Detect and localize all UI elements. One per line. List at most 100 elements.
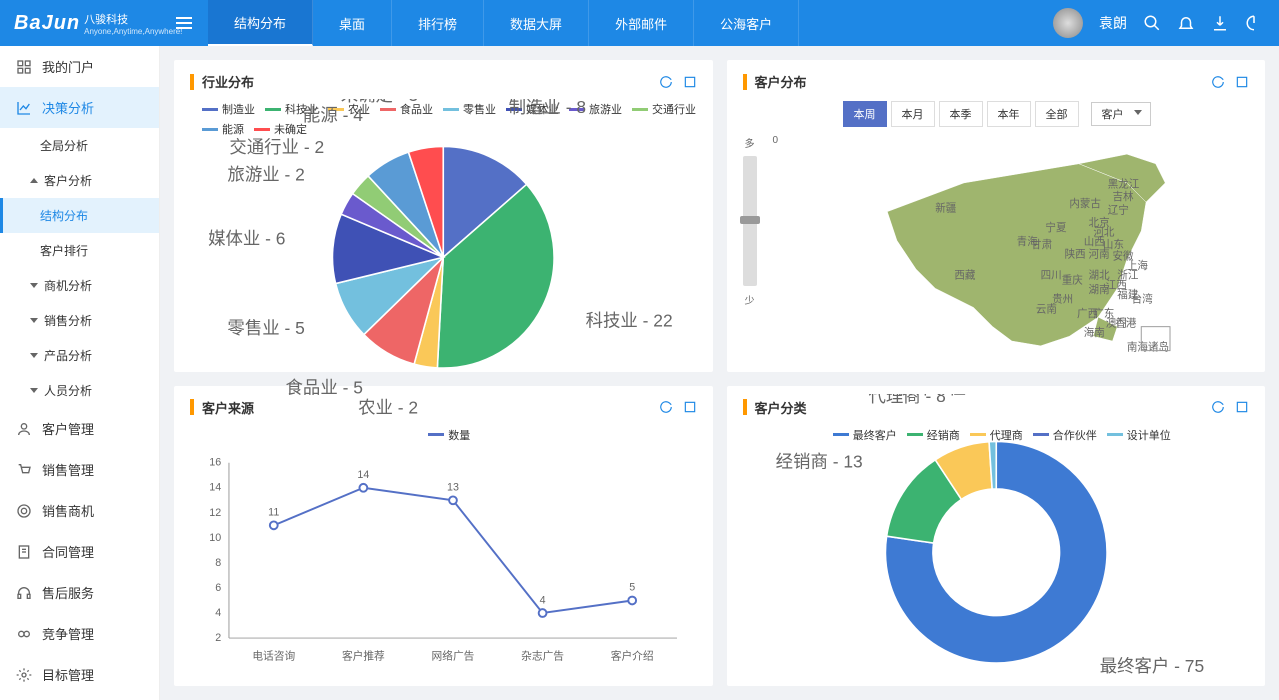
tab-bigscreen[interactable]: 数据大屏 bbox=[484, 0, 589, 46]
svg-text:能源 - 4: 能源 - 4 bbox=[303, 105, 363, 125]
svg-text:设计单位 - 1: 设计单位 - 1 bbox=[896, 394, 991, 398]
svg-text:11: 11 bbox=[268, 506, 279, 518]
headset-icon bbox=[16, 585, 32, 601]
filter-week[interactable]: 本周 bbox=[843, 101, 887, 127]
svg-text:4: 4 bbox=[215, 607, 221, 619]
tab-public-customer[interactable]: 公海客户 bbox=[694, 0, 799, 46]
nav-personnel[interactable]: 人员分析 bbox=[0, 373, 159, 408]
svg-text:科技业 - 22: 科技业 - 22 bbox=[586, 310, 673, 330]
svg-text:2: 2 bbox=[215, 632, 221, 644]
svg-text:香港: 香港 bbox=[1115, 318, 1137, 330]
nav-competition[interactable]: 竞争管理 bbox=[0, 613, 159, 654]
download-icon[interactable] bbox=[1211, 14, 1229, 32]
tab-structure[interactable]: 结构分布 bbox=[208, 0, 313, 46]
nav-contract[interactable]: 合同管理 bbox=[0, 531, 159, 572]
svg-text:14: 14 bbox=[209, 481, 221, 493]
maximize-icon[interactable] bbox=[1235, 75, 1249, 89]
maximize-icon[interactable] bbox=[683, 75, 697, 89]
avatar[interactable] bbox=[1053, 8, 1083, 38]
svg-text:8: 8 bbox=[215, 557, 221, 569]
svg-text:客户推荐: 客户推荐 bbox=[342, 649, 385, 662]
logout-icon[interactable] bbox=[1245, 14, 1263, 32]
nav-label: 人员分析 bbox=[44, 382, 92, 399]
card-industry: 行业分布 制造业科技业农业食品业零售业媒体业旅游业交通行业能源未确定 制造业 -… bbox=[174, 60, 713, 372]
nav-sales-mgmt[interactable]: 销售管理 bbox=[0, 449, 159, 490]
card-accent bbox=[743, 74, 747, 90]
svg-text:南海诸岛: 南海诸岛 bbox=[1127, 341, 1169, 354]
main-content: 行业分布 制造业科技业农业食品业零售业媒体业旅游业交通行业能源未确定 制造业 -… bbox=[160, 46, 1279, 700]
svg-text:媒体业 - 6: 媒体业 - 6 bbox=[208, 228, 285, 248]
header-actions: 袁朗 bbox=[1037, 8, 1279, 38]
svg-text:客户介绍: 客户介绍 bbox=[611, 649, 654, 662]
svg-text:西藏: 西藏 bbox=[954, 270, 976, 282]
svg-text:四川: 四川 bbox=[1041, 270, 1062, 282]
scale-high: 多 bbox=[745, 135, 755, 150]
nav-label: 产品分析 bbox=[44, 347, 92, 364]
nav-customer-mgmt[interactable]: 客户管理 bbox=[0, 408, 159, 449]
svg-text:12: 12 bbox=[209, 506, 221, 518]
svg-text:16: 16 bbox=[209, 456, 221, 468]
svg-text:制造业 - 8: 制造业 - 8 bbox=[509, 99, 586, 117]
svg-text:10: 10 bbox=[209, 532, 221, 544]
search-icon[interactable] bbox=[1143, 14, 1161, 32]
nav-label: 客户分析 bbox=[44, 172, 92, 189]
region-select[interactable]: 客户 bbox=[1091, 102, 1151, 126]
nav-opportunity[interactable]: 商机分析 bbox=[0, 268, 159, 303]
svg-text:内蒙古: 内蒙古 bbox=[1069, 197, 1101, 210]
nav-customer-rank[interactable]: 客户排行 bbox=[0, 233, 159, 268]
nav-structure[interactable]: 结构分布 bbox=[0, 198, 159, 233]
refresh-icon[interactable] bbox=[659, 75, 673, 89]
filter-year[interactable]: 本年 bbox=[987, 101, 1031, 127]
tab-desktop[interactable]: 桌面 bbox=[313, 0, 392, 46]
source-legend: 数量 bbox=[190, 427, 697, 443]
nav-label: 客户管理 bbox=[42, 419, 94, 438]
svg-text:网络广告: 网络广告 bbox=[432, 649, 475, 662]
nav-label: 商机分析 bbox=[44, 277, 92, 294]
svg-text:辽宁: 辽宁 bbox=[1108, 204, 1129, 217]
filter-month[interactable]: 本月 bbox=[891, 101, 935, 127]
svg-text:食品业 - 5: 食品业 - 5 bbox=[286, 377, 363, 397]
svg-text:最终客户 - 75: 最终客户 - 75 bbox=[1099, 656, 1203, 676]
refresh-icon[interactable] bbox=[1211, 75, 1225, 89]
svg-text:4: 4 bbox=[540, 594, 546, 606]
svg-text:吉林: 吉林 bbox=[1113, 190, 1135, 203]
card-title: 行业分布 bbox=[202, 72, 659, 91]
scale-slider[interactable] bbox=[743, 156, 757, 286]
category-donut: 最终客户 - 75经销商 - 13代理商 - 8设计单位 - 1 bbox=[743, 453, 1250, 653]
nav-label: 销售分析 bbox=[44, 312, 92, 329]
card-title: 客户分布 bbox=[755, 72, 1212, 91]
logo-tagline: Anyone,Anytime,Anywhere! bbox=[84, 27, 182, 36]
chart-icon bbox=[16, 100, 32, 116]
logo: BaJun 八骏科技 Anyone,Anytime,Anywhere! bbox=[0, 11, 160, 36]
filter-all[interactable]: 全部 bbox=[1035, 101, 1079, 127]
nav-customer-analysis[interactable]: 客户分析 bbox=[0, 163, 159, 198]
nav-sales-opp[interactable]: 销售商机 bbox=[0, 490, 159, 531]
nav-service[interactable]: 售后服务 bbox=[0, 572, 159, 613]
nav-product-analysis[interactable]: 产品分析 bbox=[0, 338, 159, 373]
svg-text:河南: 河南 bbox=[1089, 248, 1110, 261]
sidebar: 我的门户 决策分析 全局分析 客户分析 结构分布 客户排行 商机分析 销售分析 … bbox=[0, 46, 160, 700]
cart-icon bbox=[16, 462, 32, 478]
username: 袁朗 bbox=[1099, 13, 1127, 33]
nav-portal[interactable]: 我的门户 bbox=[0, 46, 159, 87]
nav-sales-analysis[interactable]: 销售分析 bbox=[0, 303, 159, 338]
svg-text:零售业 - 5: 零售业 - 5 bbox=[227, 318, 304, 338]
gear-icon bbox=[16, 667, 32, 683]
svg-text:经销商 - 13: 经销商 - 13 bbox=[775, 452, 862, 472]
source-line-chart: 246810121416电话咨询11客户推荐14网络广告13杂志广告4客户介绍5 bbox=[190, 453, 696, 667]
svg-text:6: 6 bbox=[215, 582, 221, 594]
svg-text:陕西: 陕西 bbox=[1065, 248, 1086, 261]
tab-mail[interactable]: 外部邮件 bbox=[589, 0, 694, 46]
filter-quarter[interactable]: 本季 bbox=[939, 101, 983, 127]
nav-global-analysis[interactable]: 全局分析 bbox=[0, 128, 159, 163]
svg-text:5: 5 bbox=[629, 581, 635, 593]
tab-ranking[interactable]: 排行榜 bbox=[392, 0, 484, 46]
card-category: 客户分类 最终客户经销商代理商合作伙伴设计单位 最终客户 - 75经销商 - 1… bbox=[727, 386, 1266, 686]
svg-text:云南: 云南 bbox=[1036, 302, 1057, 315]
svg-text:宁夏: 宁夏 bbox=[1045, 221, 1067, 234]
nav-decision[interactable]: 决策分析 bbox=[0, 87, 159, 128]
svg-text:重庆: 重庆 bbox=[1062, 274, 1084, 287]
bell-icon[interactable] bbox=[1177, 14, 1195, 32]
nav-label: 合同管理 bbox=[42, 542, 94, 561]
nav-goal[interactable]: 目标管理 bbox=[0, 654, 159, 695]
